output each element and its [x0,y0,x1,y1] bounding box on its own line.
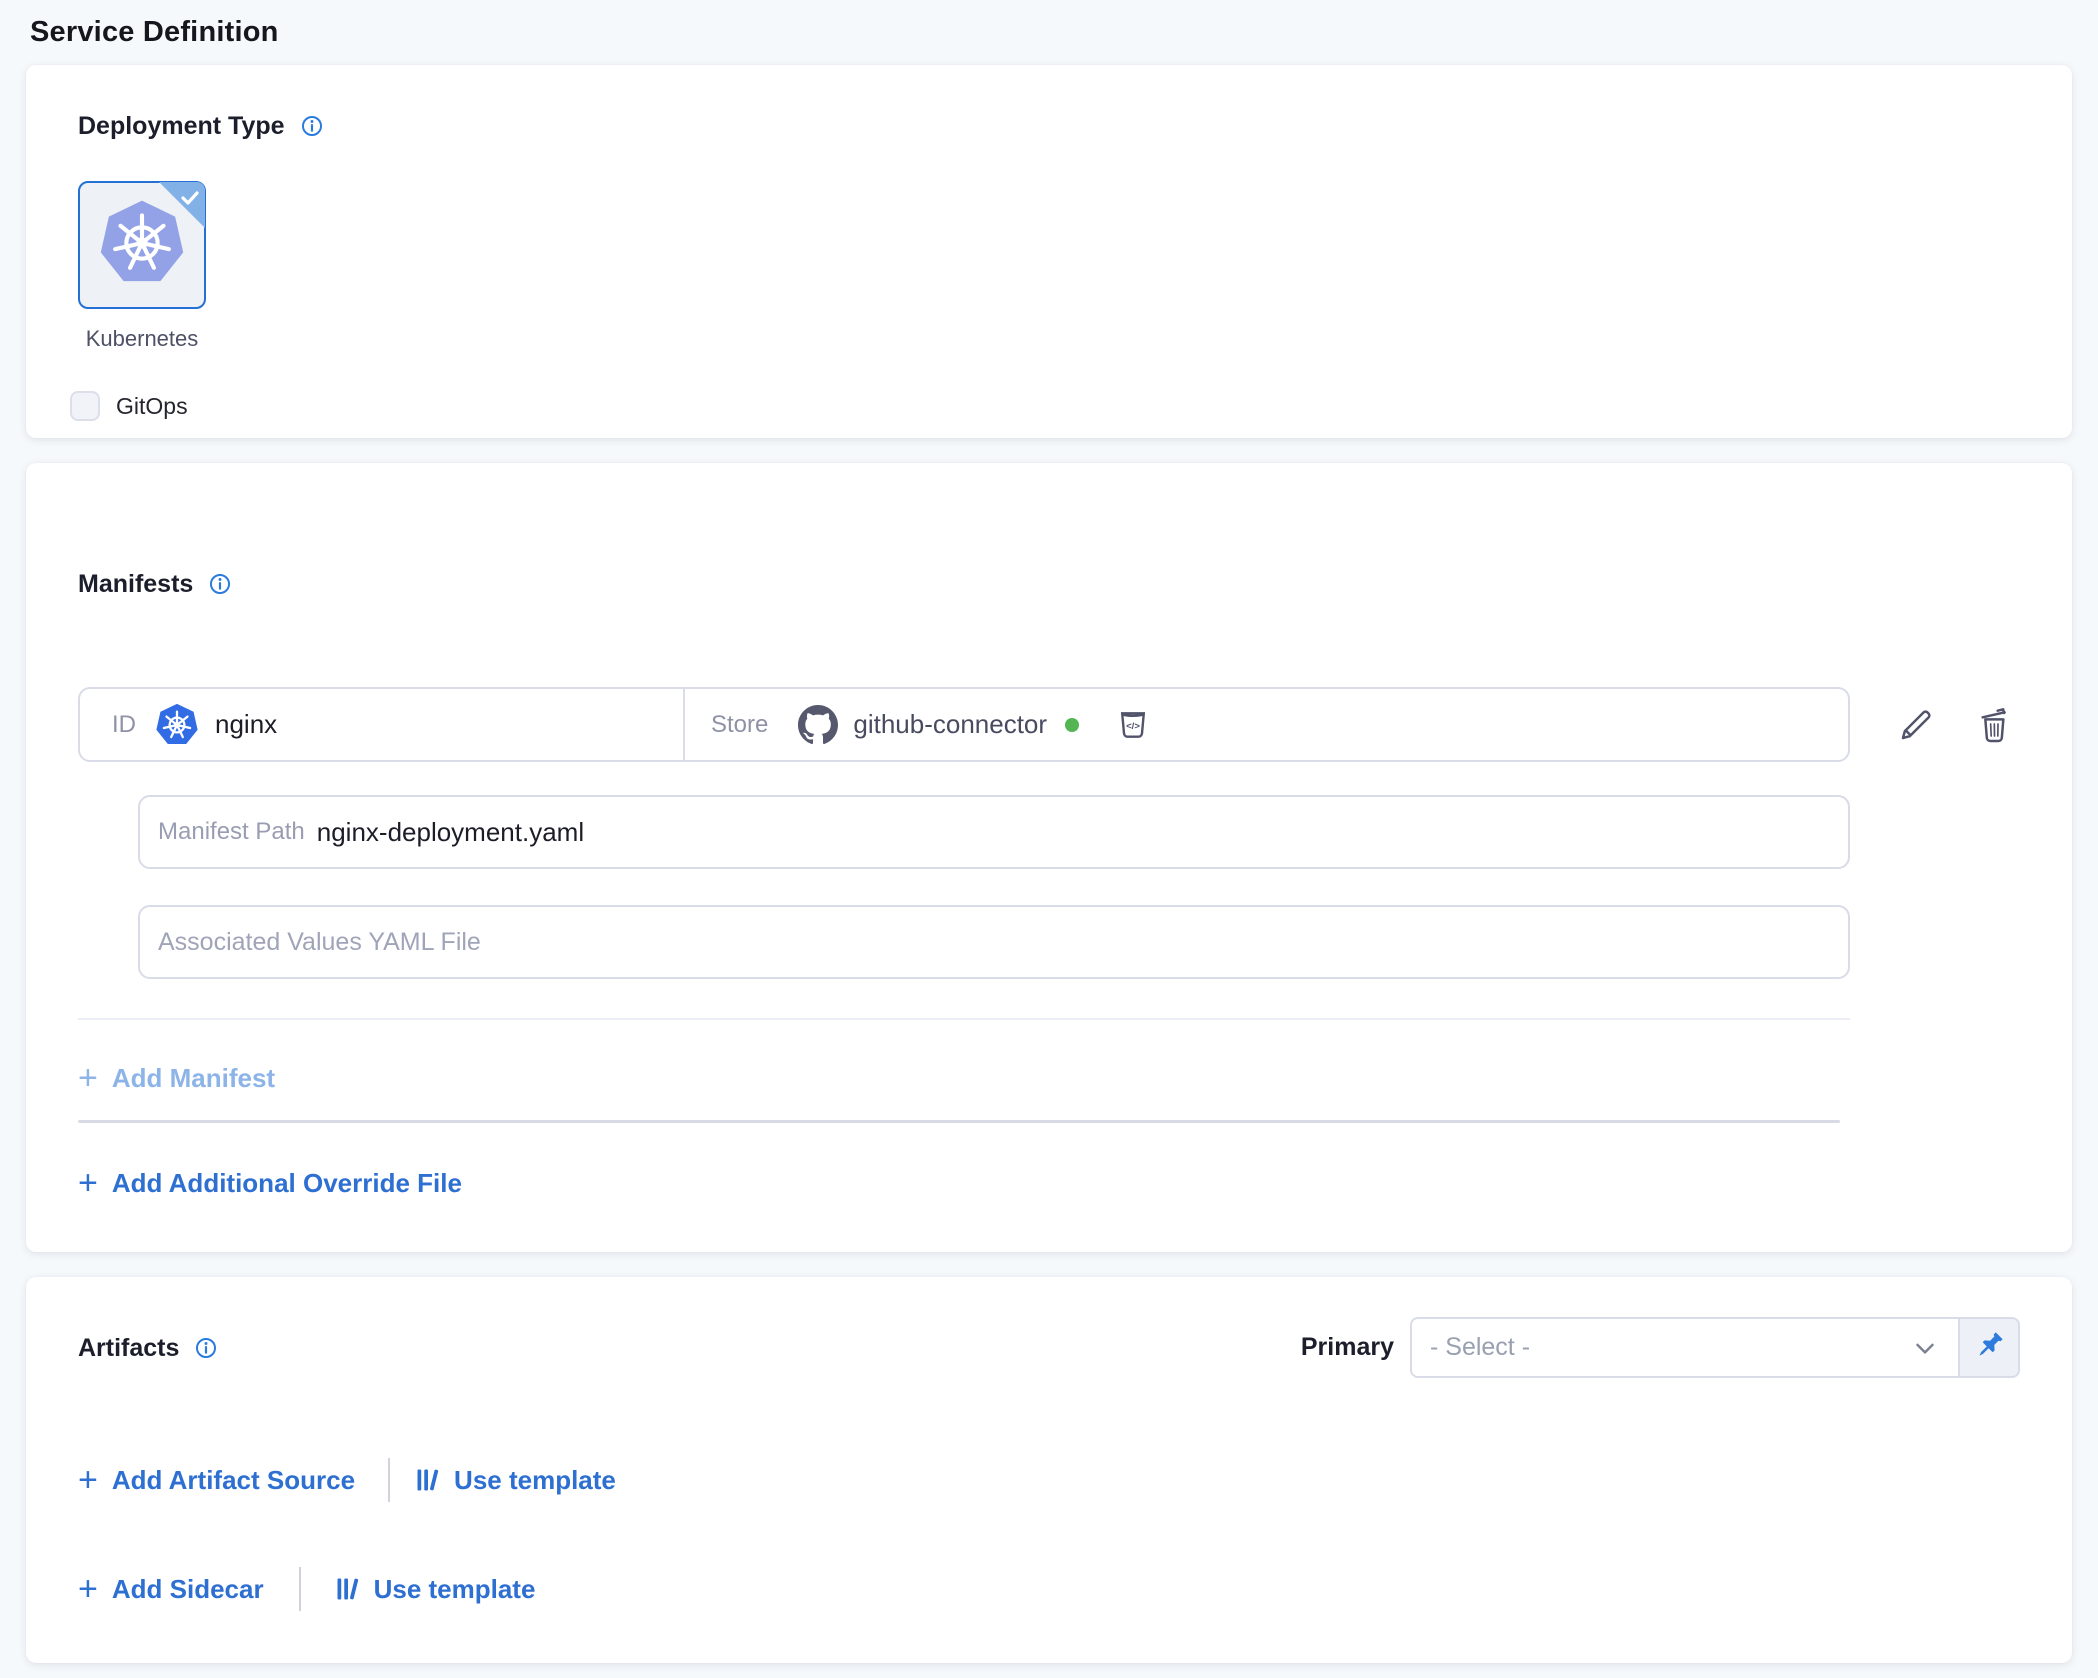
artifacts-header: Artifacts Primary - Select - [78,1317,2020,1378]
manifest-path-value: nginx-deployment.yaml [317,817,584,848]
plus-icon: + [78,1466,98,1494]
manifest-path-field[interactable]: Manifest Path nginx-deployment.yaml [138,795,1850,869]
info-icon[interactable] [209,573,231,595]
gitops-checkbox[interactable] [70,391,100,421]
svg-text:</>: </> [1126,720,1140,731]
section-divider [78,1120,1840,1123]
add-manifest-button[interactable]: + Add Manifest [78,1063,275,1093]
add-sidecar-button[interactable]: + Add Sidecar [78,1574,264,1604]
artifacts-heading-row: Artifacts [78,1333,217,1363]
github-icon [798,705,838,745]
plus-icon: + [78,1575,98,1603]
info-icon[interactable] [195,1337,217,1359]
id-label: ID [112,711,136,739]
edit-manifest-button[interactable] [1896,705,1936,745]
deployment-type-tile-kubernetes[interactable] [78,181,206,309]
pin-button[interactable] [1960,1317,2020,1378]
deployment-type-heading-row: Deployment Type [78,111,2072,141]
add-override-label: Add Additional Override File [112,1168,462,1198]
primary-select-placeholder: - Select - [1430,1333,1530,1362]
vertical-separator [388,1458,390,1502]
use-template-label: Use template [454,1465,616,1495]
manifest-store-segment: Store github-connector </> [685,689,1848,760]
code-store-icon[interactable]: </> [1115,707,1151,743]
manifest-summary[interactable]: ID [78,687,1850,762]
manifest-id-value: nginx [215,709,277,740]
add-sidecar-label: Add Sidecar [112,1574,264,1604]
values-yaml-field[interactable]: Associated Values YAML File [138,905,1850,979]
store-label: Store [711,711,768,739]
plus-icon: + [78,1169,98,1197]
template-library-icon [414,1466,442,1494]
use-template-artifact-button[interactable]: Use template [414,1465,616,1495]
service-definition-page: Service Definition Deployment Type [0,0,2098,1678]
deployment-type-heading: Deployment Type [78,111,285,141]
info-icon[interactable] [301,115,323,137]
deployment-type-tile-label: Kubernetes [76,327,208,351]
template-library-icon [334,1575,362,1603]
primary-artifact-group: Primary - Select - [1301,1317,2020,1378]
artifacts-heading: Artifacts [78,1333,179,1363]
sidecar-row: + Add Sidecar Use template [78,1566,2072,1612]
manifest-actions [1896,705,2014,745]
use-template-sidecar-button[interactable]: Use template [334,1574,536,1604]
manifest-store-value: github-connector [853,709,1047,740]
connector-status-dot [1065,718,1079,732]
primary-label: Primary [1301,1333,1394,1362]
artifacts-card: Artifacts Primary - Select - [26,1277,2072,1663]
plus-icon: + [78,1064,98,1092]
add-artifact-source-button[interactable]: + Add Artifact Source [78,1465,355,1495]
artifact-source-row: + Add Artifact Source Use template [78,1458,2072,1502]
add-override-file-button[interactable]: + Add Additional Override File [78,1168,462,1198]
manifest-path-label: Manifest Path [158,818,305,846]
page-title: Service Definition [0,0,2098,50]
deployment-type-card: Deployment Type [26,65,2072,438]
chevron-down-icon [1910,1333,1940,1363]
use-template-label: Use template [374,1574,536,1604]
manifests-card: Manifests ID [26,463,2072,1252]
add-manifest-label: Add Manifest [112,1063,275,1093]
manifest-row: ID [78,687,2020,762]
gitops-label: GitOps [116,393,188,420]
add-artifact-source-label: Add Artifact Source [112,1465,355,1495]
delete-manifest-button[interactable] [1974,705,2014,745]
gitops-row: GitOps [70,391,2072,421]
manifest-list-separator [78,1018,1850,1020]
vertical-separator [299,1567,301,1611]
values-yaml-placeholder: Associated Values YAML File [158,928,481,957]
kubernetes-manifest-icon [154,702,200,748]
manifest-id-segment: ID [80,689,685,760]
manifests-heading: Manifests [78,569,193,599]
kubernetes-logo-icon [96,197,188,294]
manifests-heading-row: Manifests [78,569,2072,599]
pushpin-icon [1972,1329,2006,1366]
primary-artifact-select[interactable]: - Select - [1410,1317,1960,1378]
